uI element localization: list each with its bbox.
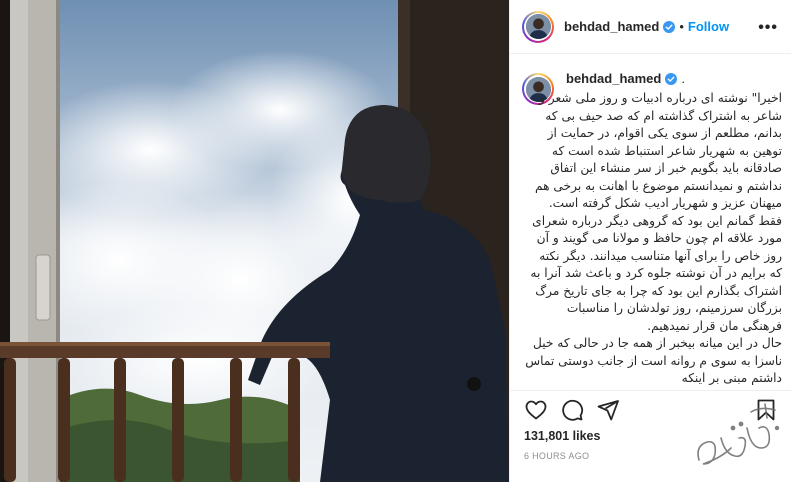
- avatar-image: [525, 14, 551, 39]
- caption-text: اخیرا" نوشته ای درباره ادبیات و روز ملی …: [525, 91, 782, 385]
- follow-button[interactable]: Follow: [688, 19, 729, 34]
- bookmark-icon[interactable]: [754, 398, 778, 422]
- caption-dot: .: [681, 71, 685, 86]
- share-icon[interactable]: [596, 398, 620, 422]
- likes-count[interactable]: 131,801 likes: [524, 429, 778, 443]
- username-link[interactable]: behdad_hamed: [564, 19, 659, 34]
- action-icons: [524, 391, 778, 429]
- caption: behdad_hamed . اخیرا" نوشته ای درباره اد…: [522, 71, 782, 388]
- verified-badge-icon: [663, 20, 676, 33]
- caption-username[interactable]: behdad_hamed: [566, 71, 661, 86]
- heart-icon[interactable]: [524, 398, 548, 422]
- post-timestamp[interactable]: 6 HOURS AGO: [524, 451, 778, 461]
- comments-section[interactable]: behdad_hamed . اخیرا" نوشته ای درباره اد…: [510, 55, 791, 390]
- post-photo[interactable]: [0, 0, 509, 482]
- photo-illustration: [0, 0, 509, 482]
- caption-username-row: behdad_hamed .: [566, 71, 782, 86]
- comment-icon[interactable]: [560, 398, 584, 422]
- post-header: behdad_hamed • Follow •••: [510, 0, 791, 54]
- separator-dot: •: [679, 19, 684, 34]
- avatar[interactable]: [522, 10, 554, 43]
- post-side-panel: behdad_hamed • Follow ••• behdad_hamed .…: [509, 0, 791, 482]
- caption-verified-badge-icon: [665, 72, 678, 85]
- more-options-icon[interactable]: •••: [758, 19, 778, 37]
- post-actions: 131,801 likes 6 HOURS AGO: [510, 390, 791, 482]
